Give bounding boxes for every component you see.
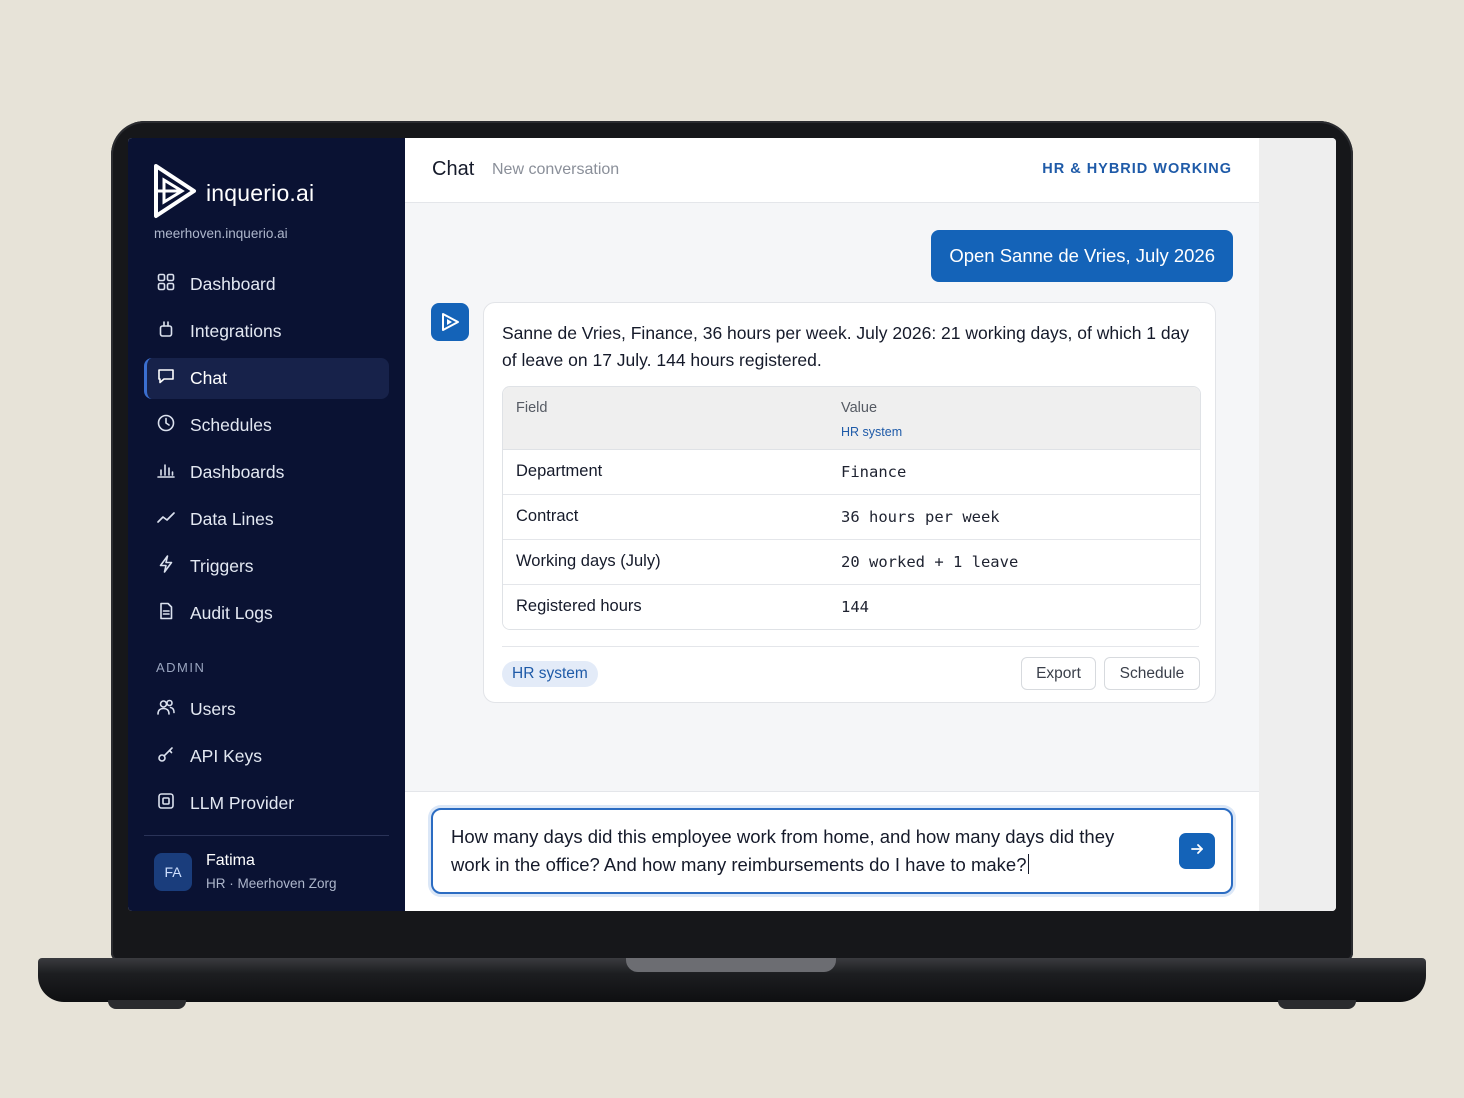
right-gutter (1259, 138, 1336, 911)
brand-name: inquerio.ai (206, 180, 315, 206)
bar-chart-icon (156, 460, 176, 485)
chat-main: Chat New conversation HR & HYBRID WORKIN… (405, 138, 1259, 911)
chat-icon (156, 366, 176, 391)
users-icon (156, 697, 176, 722)
value-source-label: HR system (841, 425, 903, 439)
key-icon (156, 744, 176, 769)
table-header: Field Value HR system (503, 387, 1200, 450)
sidebar-item-label: LLM Provider (190, 793, 295, 813)
lightning-icon (156, 554, 176, 579)
sidebar-item-label: Schedules (190, 415, 272, 435)
sidebar-item-llm-provider[interactable]: LLM Provider (144, 783, 389, 824)
sidebar-item-schedules[interactable]: Schedules (144, 405, 389, 446)
page-subtitle: New conversation (492, 161, 620, 178)
sidebar-item-chat[interactable]: Chat (144, 358, 389, 399)
brand[interactable]: inquerio.ai (152, 162, 314, 225)
sidebar-item-label: Chat (190, 368, 227, 388)
value-cell: 20 worked + 1 leave (841, 553, 1019, 571)
table-row: Registered hours 144 (503, 585, 1200, 629)
sidebar-item-dashboard[interactable]: Dashboard (144, 264, 389, 305)
user-message: Open Sanne de Vries, July 2026 (931, 230, 1233, 282)
table-row: Department Finance (503, 450, 1200, 495)
user-name: Fatima (206, 852, 255, 869)
laptop-notch (626, 958, 836, 972)
main-nav: Dashboard Integrations Chat Schedules Da… (144, 264, 389, 640)
answer-table: Field Value HR system Department Finance… (502, 386, 1201, 630)
sidebar-item-label: Users (190, 699, 236, 719)
sidebar-item-dashboards[interactable]: Dashboards (144, 452, 389, 493)
document-icon (156, 601, 176, 626)
message-input[interactable]: How many days did this employee work fro… (431, 808, 1233, 894)
avatar: FA (154, 852, 192, 891)
table-row: Contract 36 hours per week (503, 495, 1200, 540)
clock-icon (156, 413, 176, 438)
laptop-foot-left (108, 1000, 186, 1009)
workspace-domain: meerhoven.inquerio.ai (154, 226, 288, 241)
admin-nav: Users API Keys LLM Provider (144, 689, 389, 830)
sidebar-item-users[interactable]: Users (144, 689, 389, 730)
chip-icon (156, 791, 176, 816)
sidebar-divider (144, 835, 389, 836)
sidebar-item-integrations[interactable]: Integrations (144, 311, 389, 352)
user-profile[interactable]: FA Fatima HR · Meerhoven Zorg (154, 852, 337, 891)
sidebar-item-data-lines[interactable]: Data Lines (144, 499, 389, 540)
source-chip[interactable]: HR system (502, 661, 598, 687)
user-role: HR · Meerhoven Zorg (206, 876, 337, 891)
sidebar-item-audit-logs[interactable]: Audit Logs (144, 593, 389, 634)
assistant-avatar-icon (431, 303, 469, 341)
message-input-text: How many days did this employee work fro… (451, 826, 1115, 875)
value-cell: Finance (841, 463, 907, 481)
sidebar: inquerio.ai meerhoven.inquerio.ai Dashbo… (128, 138, 405, 911)
value-cell: 36 hours per week (841, 508, 1000, 526)
answer-text: Sanne de Vries, Finance, 36 hours per we… (502, 323, 1190, 370)
sidebar-item-label: Dashboards (190, 462, 285, 482)
page-title: Chat (432, 158, 475, 180)
answer-divider (502, 646, 1199, 647)
sidebar-item-label: Data Lines (190, 509, 274, 529)
field-cell: Contract (516, 507, 579, 525)
text-caret (1027, 854, 1029, 874)
trend-line-icon (156, 507, 176, 532)
export-button[interactable]: Export (1021, 657, 1096, 690)
admin-section-label: ADMIN (156, 660, 206, 675)
sidebar-item-label: Dashboard (190, 274, 276, 294)
assistant-answer-card: Sanne de Vries, Finance, 36 hours per we… (483, 302, 1216, 703)
arrow-right-icon (1189, 841, 1205, 862)
send-button[interactable] (1179, 833, 1215, 869)
sidebar-item-api-keys[interactable]: API Keys (144, 736, 389, 777)
app-screen: inquerio.ai meerhoven.inquerio.ai Dashbo… (128, 138, 1336, 911)
grid-icon (156, 272, 176, 297)
table-row: Working days (July) 20 worked + 1 leave (503, 540, 1200, 585)
field-cell: Working days (July) (516, 552, 661, 570)
schedule-button[interactable]: Schedule (1104, 657, 1200, 690)
field-cell: Registered hours (516, 597, 642, 615)
chat-header: Chat New conversation HR & HYBRID WORKIN… (405, 138, 1259, 203)
field-cell: Department (516, 462, 603, 480)
value-cell: 144 (841, 598, 869, 616)
sidebar-item-label: API Keys (190, 746, 262, 766)
laptop-foot-right (1278, 1000, 1356, 1009)
composer-area: How many days did this employee work fro… (405, 791, 1259, 911)
sidebar-item-triggers[interactable]: Triggers (144, 546, 389, 587)
column-header-field: Field (516, 400, 548, 416)
plug-icon (156, 319, 176, 344)
logo-icon (152, 162, 198, 225)
topic-tag[interactable]: HR & HYBRID WORKING (1042, 161, 1232, 177)
sidebar-item-label: Integrations (190, 321, 282, 341)
sidebar-item-label: Audit Logs (190, 603, 273, 623)
column-header-value: Value (841, 400, 878, 416)
sidebar-item-label: Triggers (190, 556, 254, 576)
